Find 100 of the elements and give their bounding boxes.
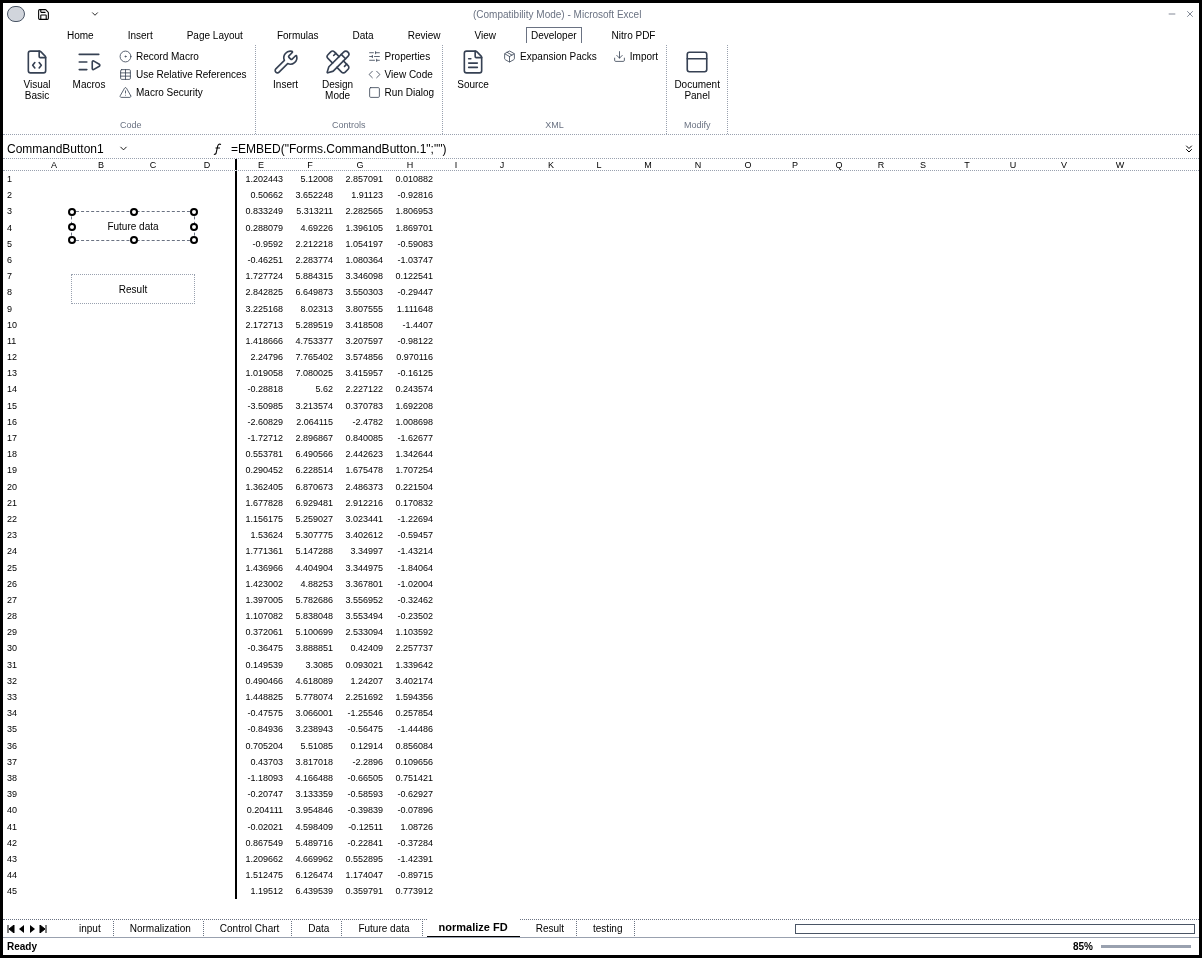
row-header[interactable]: 9 (3, 300, 33, 317)
next-sheet-icon[interactable] (29, 924, 35, 933)
ribbon-button[interactable]: Macros (67, 49, 111, 90)
column-header[interactable]: S (901, 159, 945, 170)
save-icon[interactable] (37, 7, 50, 21)
ribbon-tab[interactable]: Page Layout (182, 27, 247, 43)
row-header[interactable]: 33 (3, 689, 33, 706)
row-header[interactable]: 20 (3, 478, 33, 495)
row-header[interactable]: 11 (3, 332, 33, 350)
ribbon-button[interactable]: Run Dialog (367, 85, 435, 100)
column-header[interactable]: N (673, 159, 723, 170)
office-button[interactable] (7, 6, 25, 22)
row-header[interactable]: 27 (3, 591, 33, 609)
ribbon-button[interactable]: Import (612, 49, 659, 64)
row-header[interactable]: 39 (3, 786, 33, 803)
column-header[interactable]: R (861, 159, 901, 170)
ribbon-button[interactable]: Macro Security (119, 85, 247, 100)
caret-icon[interactable] (90, 9, 100, 19)
sheet-tab[interactable]: normalize FD (426, 919, 520, 938)
row-header[interactable]: 44 (3, 867, 33, 884)
row-header[interactable]: 2 (3, 187, 33, 204)
last-sheet-icon[interactable] (39, 924, 47, 933)
row-header[interactable]: 45 (3, 883, 33, 900)
column-header[interactable]: B (75, 159, 127, 170)
ribbon-button[interactable]: Design Mode (315, 49, 360, 101)
sheet-tab[interactable]: Control Chart (207, 921, 293, 936)
close-icon[interactable] (1185, 9, 1195, 19)
command-button[interactable]: Future data (71, 211, 195, 241)
column-header[interactable]: W (1091, 159, 1149, 170)
row-header[interactable]: 35 (3, 721, 33, 738)
row-header[interactable]: 32 (3, 672, 33, 689)
row-header[interactable]: 25 (3, 559, 33, 576)
ribbon-button[interactable]: Expansion Packs (503, 49, 597, 64)
ribbon-button[interactable]: Visual Basic (15, 49, 59, 101)
column-header[interactable]: C (127, 159, 179, 170)
sheet-tab[interactable]: input (67, 921, 114, 936)
column-header[interactable]: P (773, 159, 817, 170)
sheet-tab[interactable]: Result (523, 921, 577, 936)
ribbon-tab[interactable]: Insert (123, 27, 157, 43)
resize-handle[interactable] (130, 208, 138, 216)
row-header[interactable]: 23 (3, 527, 33, 544)
name-box[interactable]: CommandButton1 (3, 139, 133, 158)
row-header[interactable]: 28 (3, 608, 33, 625)
row-header[interactable]: 37 (3, 753, 33, 770)
ribbon-button[interactable]: Document Panel (675, 49, 720, 101)
row-header[interactable]: 38 (3, 769, 33, 787)
row-header[interactable]: 40 (3, 802, 33, 819)
ribbon-tab[interactable]: Review (403, 27, 445, 43)
column-header[interactable]: V (1037, 159, 1091, 170)
row-header[interactable]: 43 (3, 850, 33, 868)
row-header[interactable]: 36 (3, 737, 33, 754)
horizontal-scrollbar[interactable] (795, 923, 1195, 934)
sheet-tab[interactable]: Future data (346, 921, 423, 936)
command-button[interactable]: Result (71, 274, 195, 304)
row-header[interactable]: 10 (3, 316, 33, 333)
row-header[interactable]: 34 (3, 705, 33, 722)
row-header[interactable]: 13 (3, 365, 33, 382)
row-header[interactable]: 1 (3, 171, 33, 188)
formula-field[interactable]: =EMBED("Forms.CommandButton.1";"") (231, 139, 1183, 158)
row-header[interactable]: 14 (3, 381, 33, 398)
resize-handle[interactable] (130, 236, 138, 244)
row-header[interactable]: 42 (3, 834, 33, 851)
ribbon-tab[interactable]: View (470, 27, 500, 43)
ribbon-tab[interactable]: Home (63, 27, 98, 43)
row-header[interactable]: 7 (3, 268, 33, 285)
row-header[interactable]: 16 (3, 413, 33, 430)
column-header[interactable]: D (179, 159, 235, 170)
row-header[interactable]: 5 (3, 235, 33, 252)
row-header[interactable]: 26 (3, 575, 33, 592)
column-header[interactable]: L (575, 159, 623, 170)
row-header[interactable]: 17 (3, 430, 33, 447)
ribbon-button[interactable]: Source (451, 49, 496, 90)
sheet-tab[interactable]: Normalization (117, 921, 204, 936)
ribbon-button[interactable]: Use Relative References (119, 67, 247, 82)
row-header[interactable]: 18 (3, 446, 33, 463)
row-header[interactable]: 41 (3, 818, 33, 835)
sheet-tab[interactable]: Data (296, 921, 343, 936)
column-header[interactable]: U (989, 159, 1037, 170)
row-header[interactable]: 8 (3, 284, 33, 301)
row-header[interactable]: 6 (3, 251, 33, 269)
column-header[interactable]: T (945, 159, 989, 170)
column-header[interactable]: K (527, 159, 575, 170)
column-header[interactable]: E (235, 159, 285, 170)
ribbon-tab[interactable]: Formulas (272, 27, 323, 43)
sheet-tab[interactable]: testing (581, 921, 636, 936)
row-header[interactable]: 4 (3, 219, 33, 236)
row-header[interactable]: 29 (3, 624, 33, 641)
ribbon-button[interactable]: Insert (263, 49, 308, 90)
column-header[interactable]: I (435, 159, 477, 170)
row-header[interactable]: 3 (3, 203, 33, 220)
column-header[interactable]: A (33, 159, 75, 170)
ribbon-button[interactable]: View Code (367, 67, 435, 82)
row-header[interactable]: 12 (3, 349, 33, 366)
column-header[interactable]: M (623, 159, 673, 170)
row-header[interactable]: 22 (3, 510, 33, 528)
ribbon-button[interactable]: Record Macro (119, 49, 247, 64)
ribbon-tab[interactable]: Developer (526, 27, 582, 43)
row-header[interactable]: 15 (3, 397, 33, 414)
column-header[interactable]: H (385, 159, 435, 170)
row-header[interactable]: 24 (3, 543, 33, 560)
